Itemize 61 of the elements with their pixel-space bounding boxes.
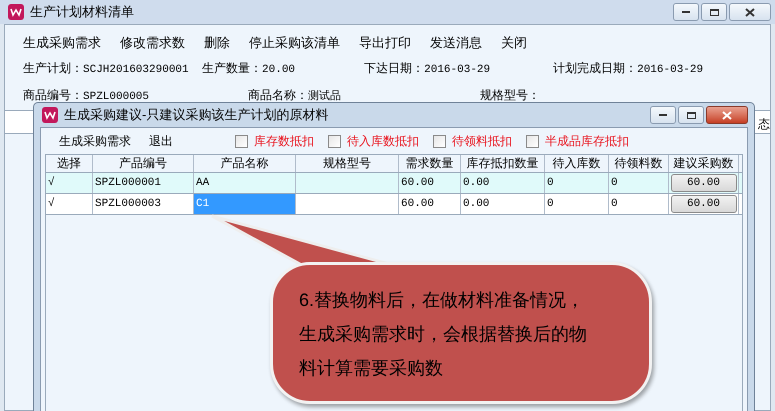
checkbox[interactable] bbox=[235, 134, 248, 148]
table-cell: 60.00 bbox=[399, 194, 461, 214]
table-cell: SPZL000001 bbox=[93, 173, 194, 193]
minimize-button[interactable] bbox=[673, 3, 699, 21]
checkbox-label: 待领料抵扣 bbox=[452, 133, 512, 150]
menu-item[interactable]: 停止采购该清单 bbox=[249, 33, 340, 55]
column-header: 规格型号 bbox=[296, 155, 399, 172]
close-icon bbox=[745, 8, 755, 16]
column-header: 待入库数 bbox=[545, 155, 609, 172]
app-logo-icon bbox=[42, 107, 58, 123]
table-cell: 0 bbox=[609, 194, 669, 214]
maximize-button[interactable] bbox=[678, 106, 704, 124]
maximize-button[interactable] bbox=[701, 3, 727, 21]
menu-item[interactable]: 导出打印 bbox=[359, 33, 411, 55]
window-title: 生产计划材料清单 bbox=[30, 3, 134, 22]
table-cell: 0 bbox=[545, 194, 609, 214]
info-field: 计划完成日期：2016-03-29 bbox=[553, 59, 752, 78]
suggested-qty-button[interactable]: 60.00 bbox=[670, 195, 736, 213]
table-cell: C1 bbox=[194, 194, 296, 214]
table-cell: AA bbox=[194, 173, 296, 193]
info-field: 商品编号：SPZL000005 bbox=[23, 88, 150, 104]
table-cell: √ bbox=[46, 173, 93, 193]
toolbar-button[interactable]: 退出 bbox=[149, 132, 173, 150]
info-field: 规格型号： bbox=[480, 88, 540, 104]
info-field: 商品名称：测试品 bbox=[248, 88, 341, 104]
column-header: 需求数量 bbox=[399, 155, 461, 172]
table-cell: 0 bbox=[609, 173, 669, 193]
table-cell: 0.00 bbox=[461, 173, 545, 193]
menu-item[interactable]: 删除 bbox=[204, 33, 230, 55]
table-cell: 0.00 bbox=[461, 194, 545, 214]
menu-item[interactable]: 生成采购需求 bbox=[23, 33, 101, 55]
close-icon bbox=[722, 110, 732, 120]
app-logo-icon bbox=[8, 4, 24, 20]
info-field: 生产数量：20.00 bbox=[202, 59, 364, 78]
checkbox[interactable] bbox=[433, 134, 446, 148]
checkbox-label: 库存数抵扣 bbox=[254, 133, 314, 150]
column-header: 态 bbox=[758, 116, 770, 132]
column-header: 产品名称 bbox=[194, 155, 296, 172]
dialog-title: 生成采购建议-只建议采购该生产计划的原材料 bbox=[64, 106, 328, 124]
minimize-button[interactable] bbox=[650, 106, 676, 124]
checkbox-label: 待入库数抵扣 bbox=[347, 133, 419, 150]
info-field: 生产计划：SCJH201603290001 bbox=[23, 59, 202, 78]
column-header: 待领料数 bbox=[609, 155, 669, 172]
column-header: 产品编号 bbox=[93, 155, 194, 172]
toolbar-button[interactable]: 生成采购需求 bbox=[59, 132, 131, 150]
menu-item[interactable]: 发送消息 bbox=[430, 33, 482, 55]
column-header: 库存抵扣数量 bbox=[461, 155, 545, 172]
column-header: 建议采购数 bbox=[669, 155, 739, 172]
checkbox[interactable] bbox=[526, 134, 539, 148]
suggested-qty-button[interactable]: 60.00 bbox=[670, 174, 736, 192]
menu-item[interactable]: 修改需求数 bbox=[120, 33, 185, 55]
table-cell: 0 bbox=[545, 173, 609, 193]
menu-item[interactable]: 关闭 bbox=[501, 33, 527, 55]
close-button[interactable] bbox=[729, 3, 771, 21]
close-button[interactable] bbox=[706, 106, 748, 124]
column-header: 选择 bbox=[46, 155, 93, 172]
table-cell: 60.00 bbox=[399, 173, 461, 193]
checkbox-label: 半成品库存抵扣 bbox=[545, 133, 629, 150]
table-cell: √ bbox=[46, 194, 93, 214]
info-field: 下达日期：2016-03-29 bbox=[364, 59, 554, 78]
checkbox[interactable] bbox=[328, 134, 341, 148]
